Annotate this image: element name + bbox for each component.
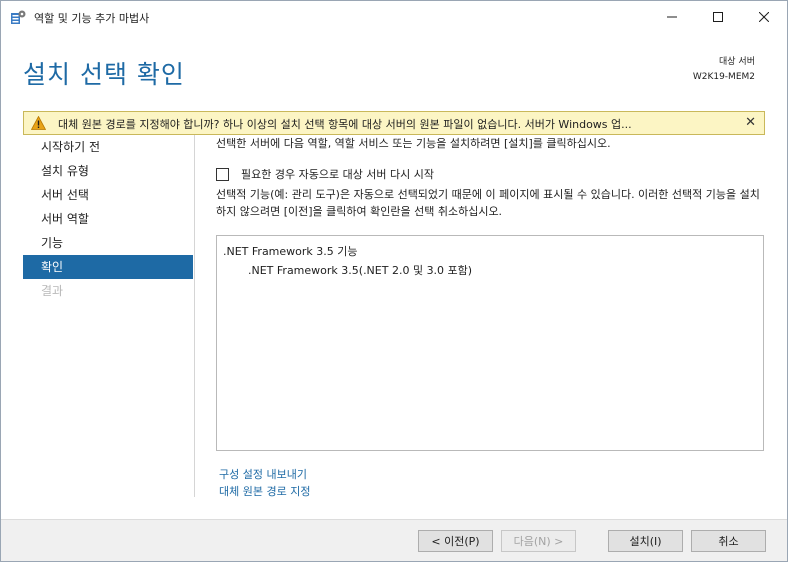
previous-button[interactable]: < 이전(P)	[418, 530, 493, 552]
warning-message[interactable]: 대체 원본 경로를 지정해야 합니까? 하나 이상의 설치 선택 항목에 대상 …	[58, 116, 742, 132]
optional-features-description: 선택적 기능(예: 관리 도구)은 자동으로 선택되었기 때문에 이 페이지에 …	[216, 188, 760, 218]
maximize-icon	[713, 12, 723, 22]
wizard-header: 설치 선택 확인 대상 서버 W2K19-MEM2	[1, 33, 787, 107]
title-bar: 역할 및 기능 추가 마법사	[1, 1, 787, 33]
window-title: 역할 및 기능 추가 마법사	[34, 12, 150, 25]
alternate-source-link[interactable]: 대체 원본 경로 지정	[219, 483, 310, 499]
warning-banner[interactable]: 대체 원본 경로를 지정해야 합니까? 하나 이상의 설치 선택 항목에 대상 …	[23, 111, 765, 135]
next-button: 다음(N) >	[501, 530, 576, 552]
nav-item-server-selection[interactable]: 서버 선택	[23, 183, 193, 207]
page-title: 설치 선택 확인	[23, 60, 185, 89]
nav-item-features[interactable]: 기능	[23, 231, 193, 255]
nav-item-results: 결과	[41, 284, 64, 298]
nav-item-installation-type[interactable]: 설치 유형	[23, 159, 193, 183]
wizard-footer: < 이전(P) 다음(N) > 설치(I) 취소	[1, 519, 787, 561]
restart-checkbox[interactable]	[216, 167, 229, 181]
minimize-icon	[667, 16, 677, 18]
target-server-info: 대상 서버 W2K19-MEM2	[693, 55, 755, 85]
wizard-content: 시작하기 전 설치 유형 서버 선택 서버 역할 기능 확인 결과 선택한 서버…	[1, 107, 787, 519]
intro-text: 선택한 서버에 다음 역할, 역할 서비스 또는 기능을 설치하려면 [설치]를…	[216, 137, 611, 150]
warning-close-icon[interactable]: ✕	[745, 115, 756, 130]
feature-subitem: .NET Framework 3.5(.NET 2.0 및 3.0 포함)	[248, 264, 473, 277]
nav-item-server-roles[interactable]: 서버 역할	[23, 207, 193, 231]
nav-divider	[194, 135, 195, 497]
warning-icon	[30, 115, 47, 133]
restart-option[interactable]: 필요한 경우 자동으로 대상 서버 다시 시작	[216, 166, 434, 182]
nav-item-before-you-begin[interactable]: 시작하기 전	[23, 135, 193, 159]
close-icon	[759, 12, 769, 22]
selected-features-list[interactable]: .NET Framework 3.5 기능 .NET Framework 3.5…	[216, 235, 764, 451]
wizard-nav: 시작하기 전 설치 유형 서버 선택 서버 역할 기능 확인 결과	[23, 135, 193, 303]
server-manager-icon	[10, 9, 26, 25]
target-server-name: W2K19-MEM2	[692, 72, 755, 82]
minimize-button[interactable]	[649, 1, 695, 33]
maximize-button[interactable]	[695, 1, 741, 33]
target-server-label: 대상 서버	[719, 57, 755, 67]
install-button[interactable]: 설치(I)	[608, 530, 683, 552]
export-settings-link[interactable]: 구성 설정 내보내기	[219, 466, 307, 482]
feature-item: .NET Framework 3.5 기능	[223, 245, 358, 258]
nav-item-confirmation[interactable]: 확인	[23, 255, 193, 279]
wizard-window: 역할 및 기능 추가 마법사 설치 선택 확인 대상 서버 W2K19-MEM2…	[0, 0, 788, 562]
cancel-button[interactable]: 취소	[691, 530, 766, 552]
restart-checkbox-label[interactable]: 필요한 경우 자동으로 대상 서버 다시 시작	[241, 166, 434, 182]
close-button[interactable]	[741, 1, 787, 33]
